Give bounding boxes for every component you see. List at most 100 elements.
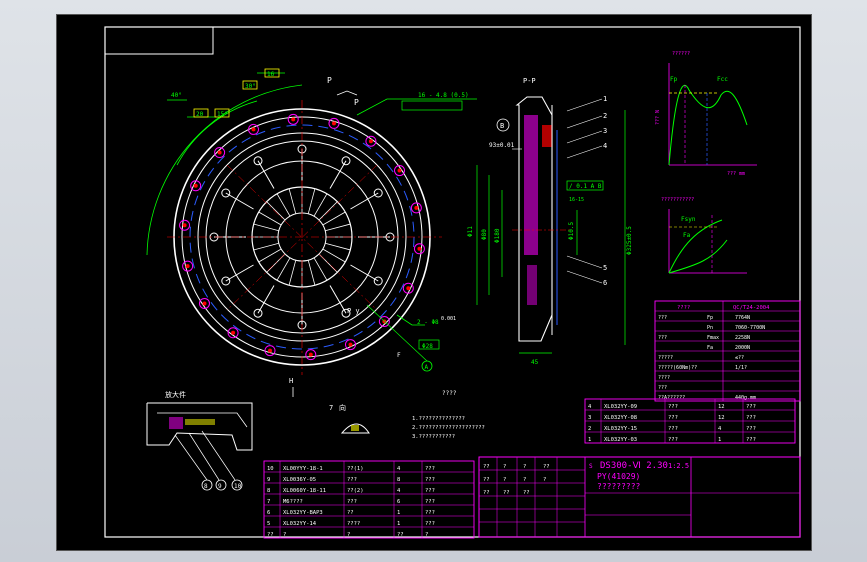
spec-row-value: 1/1? xyxy=(735,365,747,371)
bom-cell: 4 xyxy=(397,488,401,494)
bom-cell: 10 xyxy=(267,466,274,472)
diaphragm-spoke xyxy=(258,248,282,263)
detail-view: 放大件 8 9 10 xyxy=(146,390,253,491)
dim-d2: Φ80 xyxy=(481,229,488,240)
rivet-center xyxy=(193,183,198,188)
release-finger xyxy=(257,160,275,189)
diaphragm-spoke xyxy=(307,188,316,214)
diaphragm-spoke xyxy=(266,201,286,221)
tol-2: 2 - Φ8 xyxy=(417,319,439,326)
clutch-front-view: 16 30° 40° 20 15° 16 - 4.8 (0.5) P P 2 -… xyxy=(146,68,477,397)
title-block-cell: ? xyxy=(543,477,546,483)
bom-cell: ? xyxy=(283,532,286,538)
drawing-frame xyxy=(104,26,801,538)
title-block-cell: ?? xyxy=(483,464,490,470)
graph1-xlabel: ??? mm xyxy=(727,171,745,177)
callout-number: 4 xyxy=(603,142,607,150)
spec-header-right: QC/T24-2004 xyxy=(733,305,770,311)
diaphragm-spoke xyxy=(253,223,279,232)
characteristic-graph-1: ?????? ??? N ??? mm Fp Fcc xyxy=(655,51,757,177)
rivet-center xyxy=(406,286,411,291)
bom-cell: ??(2) xyxy=(347,488,364,494)
py-label: P y xyxy=(347,307,360,315)
spec-row-value: 2258N xyxy=(735,335,750,341)
bom-cell: 4 xyxy=(718,426,722,432)
characteristic-graph-2: ??????????? Fsyn Fa xyxy=(661,197,747,274)
diaphragm-spoke xyxy=(325,242,351,251)
rivet-center xyxy=(417,246,422,251)
rivet-center xyxy=(397,168,402,173)
bom-cell: ??? xyxy=(425,521,435,527)
release-finger xyxy=(350,264,379,282)
spec-header-left: ???? xyxy=(677,305,690,311)
bom-cell: ?? xyxy=(397,532,404,538)
bom-cell: 1 xyxy=(588,437,591,443)
part-code: PY(41029) xyxy=(597,472,640,481)
spec-row-value: ≤?? xyxy=(735,355,744,361)
callout-leader xyxy=(566,130,603,144)
diaphragm-spoke xyxy=(276,193,291,217)
diaphragm-spoke xyxy=(313,193,328,217)
corner-box xyxy=(104,26,214,55)
bom-cell: ??? xyxy=(668,415,678,421)
callout-number: 5 xyxy=(603,264,607,272)
spec-row-value: 7060-7700N xyxy=(735,325,765,331)
callout-number: 3 xyxy=(603,127,607,135)
rivet-center xyxy=(414,205,419,210)
bom-cell: XL00YYY-18-1 xyxy=(283,466,323,472)
spec-row-left: ??? xyxy=(658,385,667,391)
dim-5: 15° xyxy=(217,111,228,118)
s-label: S xyxy=(589,463,593,470)
spec-row-value: 440g.mm xyxy=(735,395,756,401)
small-view-label-2: 向 xyxy=(339,403,346,412)
bom-cell: ??? xyxy=(668,404,678,410)
diaphragm-spoke xyxy=(288,260,297,286)
bom-cell: ??? xyxy=(347,499,357,505)
spec-row-symbol: Fa xyxy=(707,345,713,351)
bom-lower-table: 10 XL00YYY-18-1 ??(1) 4 ??? 9 XL0036Y-05??? 8??… xyxy=(263,460,475,539)
callout-leader xyxy=(566,98,603,112)
bom-cell: ? xyxy=(347,532,350,538)
spec-row-value: 2000N xyxy=(735,345,750,351)
bom-cell: 7 xyxy=(267,499,270,505)
rivet-center xyxy=(217,150,222,155)
tol-box: / 0.1 A B xyxy=(569,183,602,190)
callout-number: 2 xyxy=(603,112,607,120)
detail-callout-number: 9 xyxy=(218,483,222,490)
bom-cell: 4 xyxy=(397,466,401,472)
release-finger xyxy=(257,285,275,314)
spec-row-symbol: Fp xyxy=(707,315,713,321)
release-finger xyxy=(350,192,379,210)
bom-cell: ??? xyxy=(425,488,435,494)
bom-cell: 1 xyxy=(397,521,400,527)
bom-cell: ? xyxy=(425,532,428,538)
dim-2: 30° xyxy=(245,83,256,90)
bom-cell: 2 xyxy=(588,426,591,432)
circle-a-label: A xyxy=(425,364,429,371)
callout-leader xyxy=(566,145,603,159)
bom-cell: XL032YY-14 xyxy=(283,521,317,527)
graph2-title: ??????????? xyxy=(661,197,694,203)
notes-title: ???? xyxy=(442,390,457,397)
bom-cell: 6 xyxy=(397,499,400,505)
title-block-cell: ? xyxy=(503,477,506,483)
title-block-cell: ?? xyxy=(523,490,530,496)
spec-row-symbol: Fmax xyxy=(707,335,719,341)
section-letter-top-2: P xyxy=(354,98,359,107)
bom-cell: ??? xyxy=(668,437,678,443)
bom-cell: ??? xyxy=(746,437,756,443)
note-line-1: 2.???????????????????? xyxy=(412,425,485,431)
bom-cell: 3 xyxy=(588,415,591,421)
bom-cell: ??? xyxy=(425,477,435,483)
title-block-cell: ? xyxy=(503,464,506,470)
graph1-label-0: Fp xyxy=(670,76,678,83)
graph2-label-1: Fa xyxy=(683,232,691,239)
detail-label: 放大件 xyxy=(165,390,186,399)
release-finger xyxy=(329,285,347,314)
bom-cell: ??? xyxy=(425,499,435,505)
title-block-cell: ?? xyxy=(543,464,550,470)
bom-cell: XL0036Y-05 xyxy=(283,477,316,483)
bom-cell: XL032YY-09 xyxy=(604,404,637,410)
rivet-center xyxy=(331,121,336,126)
bom-cell: ??? xyxy=(746,426,756,432)
